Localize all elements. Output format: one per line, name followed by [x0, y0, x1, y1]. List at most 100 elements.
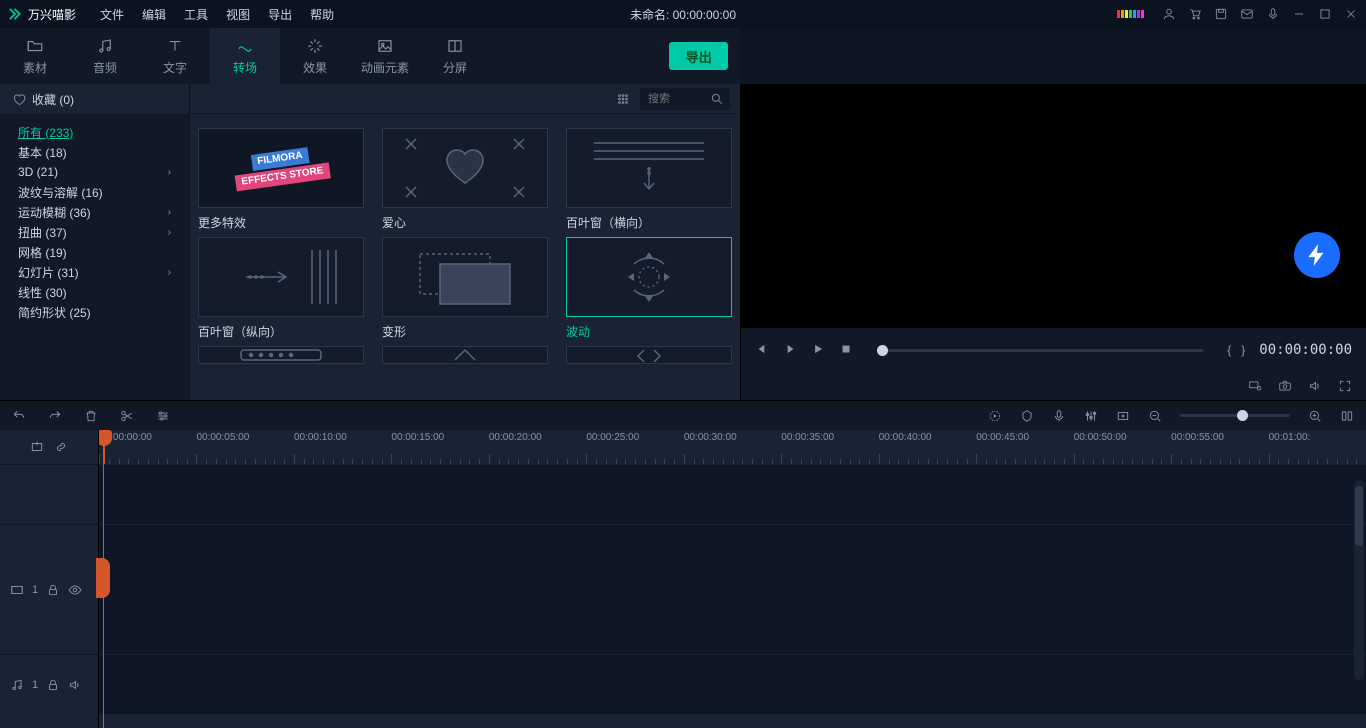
marker-button[interactable]	[1020, 409, 1034, 423]
tab-audio[interactable]: 音频	[70, 28, 140, 84]
undo-button[interactable]	[12, 409, 26, 423]
category-波纹与溶解[interactable]: 波纹与溶解 (16)	[0, 182, 189, 202]
vertical-scrollbar[interactable]	[1354, 480, 1364, 680]
menu-bar: 文件 编辑 工具 视图 导出 帮助	[100, 6, 334, 23]
favorites-row[interactable]: 收藏 (0)	[0, 84, 189, 114]
tab-media[interactable]: 素材	[0, 28, 70, 84]
cart-icon[interactable]	[1188, 7, 1202, 21]
zoom-slider[interactable]	[1180, 414, 1290, 417]
effect-card-wave[interactable]: 波动	[566, 237, 732, 340]
effect-thumb-blinds-h	[566, 128, 732, 208]
adjust-button[interactable]	[156, 409, 170, 423]
window-minimize-icon[interactable]	[1292, 7, 1306, 21]
track-row-video[interactable]	[99, 524, 1366, 654]
track-header-audio[interactable]: 1	[0, 654, 98, 714]
tab-split[interactable]: 分屏	[420, 28, 490, 84]
keyframe-add-button[interactable]	[1116, 409, 1130, 423]
display-settings-icon[interactable]	[1248, 379, 1262, 393]
tab-motion[interactable]: 动画元素	[350, 28, 420, 84]
effect-card-heart[interactable]: 爱心	[382, 128, 548, 231]
redo-button[interactable]	[48, 409, 62, 423]
next-frame-button[interactable]	[783, 342, 797, 359]
sidebar: 收藏 (0) 所有 (233)基本 (18)3D (21)›波纹与溶解 (16)…	[0, 84, 190, 400]
scrubber-knob[interactable]	[877, 345, 888, 356]
search-box[interactable]	[640, 88, 730, 110]
effect-card-blinds-v[interactable]: 百叶窗（纵向）	[198, 237, 364, 340]
lock-icon[interactable]	[46, 678, 60, 692]
save-icon[interactable]	[1214, 7, 1228, 21]
effect-thumb-blinds-v	[198, 237, 364, 317]
mic-icon[interactable]	[1266, 7, 1280, 21]
logo-mark-icon	[8, 7, 22, 21]
audio-mixer-button[interactable]	[1084, 409, 1098, 423]
time-ruler[interactable]: 00:00:00:0000:00:05:0000:00:10:0000:00:1…	[98, 430, 1366, 464]
preview-scrubber[interactable]	[877, 349, 1203, 352]
track-header-video[interactable]: 1	[0, 524, 98, 654]
delete-button[interactable]	[84, 409, 98, 423]
menu-export[interactable]: 导出	[268, 6, 292, 23]
doc-title-prefix: 未命名:	[630, 8, 673, 22]
category-线性[interactable]: 线性 (30)	[0, 282, 189, 302]
speaker-icon[interactable]	[68, 678, 82, 692]
prev-frame-button[interactable]	[755, 342, 769, 359]
window-close-icon[interactable]	[1344, 7, 1358, 21]
stop-button[interactable]	[839, 342, 853, 359]
folder-icon	[26, 37, 44, 55]
link-button[interactable]	[54, 440, 68, 454]
grid-view-icon[interactable]	[616, 92, 630, 106]
menu-view[interactable]: 视图	[226, 6, 250, 23]
snapshot-icon[interactable]	[1278, 379, 1292, 393]
voiceover-button[interactable]	[1052, 409, 1066, 423]
preview-viewer[interactable]	[741, 84, 1366, 328]
message-icon[interactable]	[1240, 7, 1254, 21]
category-3D[interactable]: 3D (21)›	[0, 162, 189, 182]
zoom-out-button[interactable]	[1148, 409, 1162, 423]
effect-card-store[interactable]: FILMORAEFFECTS STORE 更多特效	[198, 128, 364, 231]
playhead-grip[interactable]	[96, 558, 110, 598]
menu-edit[interactable]: 编辑	[142, 6, 166, 23]
menu-file[interactable]: 文件	[100, 6, 124, 23]
render-button[interactable]	[988, 409, 1002, 423]
account-icon[interactable]	[1162, 7, 1176, 21]
fullscreen-icon[interactable]	[1338, 379, 1352, 393]
tab-effect[interactable]: 效果	[280, 28, 350, 84]
category-运动模糊[interactable]: 运动模糊 (36)›	[0, 202, 189, 222]
tracks-body[interactable]	[98, 464, 1366, 728]
search-input[interactable]	[646, 92, 704, 106]
volume-icon[interactable]	[1308, 379, 1322, 393]
effect-card-partial-1[interactable]	[198, 346, 364, 364]
ruler-segment: 00:00:25:00	[586, 430, 683, 464]
lock-icon[interactable]	[46, 583, 60, 597]
window-maximize-icon[interactable]	[1318, 7, 1332, 21]
split-button[interactable]	[120, 409, 134, 423]
range-markers-icon[interactable]: { }	[1227, 343, 1245, 357]
effect-card-partial-3[interactable]	[566, 346, 732, 364]
scrollbar-thumb[interactable]	[1355, 486, 1363, 546]
tab-transition[interactable]: 转场	[210, 28, 280, 84]
category-所有[interactable]: 所有 (233)	[0, 122, 189, 142]
flash-badge-icon[interactable]	[1294, 232, 1340, 278]
track-row-empty[interactable]	[99, 464, 1366, 524]
eye-icon[interactable]	[68, 583, 82, 597]
effect-card-blinds-h[interactable]: 百叶窗（横向）	[566, 128, 732, 231]
timeline-view-button[interactable]	[1340, 409, 1354, 423]
add-track-button[interactable]	[30, 440, 44, 454]
menu-help[interactable]: 帮助	[310, 6, 334, 23]
category-简约形状[interactable]: 简约形状 (25)	[0, 302, 189, 322]
playhead[interactable]	[103, 430, 105, 464]
zoom-knob[interactable]	[1237, 410, 1248, 421]
category-基本[interactable]: 基本 (18)	[0, 142, 189, 162]
play-button[interactable]	[811, 342, 825, 359]
window-controls	[1117, 7, 1358, 21]
track-row-audio[interactable]	[99, 654, 1366, 714]
effect-card-partial-2[interactable]	[382, 346, 548, 364]
zoom-in-button[interactable]	[1308, 409, 1322, 423]
export-button[interactable]: 导出	[669, 42, 728, 70]
category-网格[interactable]: 网格 (19)	[0, 242, 189, 262]
menu-tools[interactable]: 工具	[184, 6, 208, 23]
category-幻灯片[interactable]: 幻灯片 (31)›	[0, 262, 189, 282]
category-扭曲[interactable]: 扭曲 (37)›	[0, 222, 189, 242]
tab-motion-label: 动画元素	[361, 59, 409, 76]
effect-card-warp[interactable]: 变形	[382, 237, 548, 340]
tab-text[interactable]: 文字	[140, 28, 210, 84]
